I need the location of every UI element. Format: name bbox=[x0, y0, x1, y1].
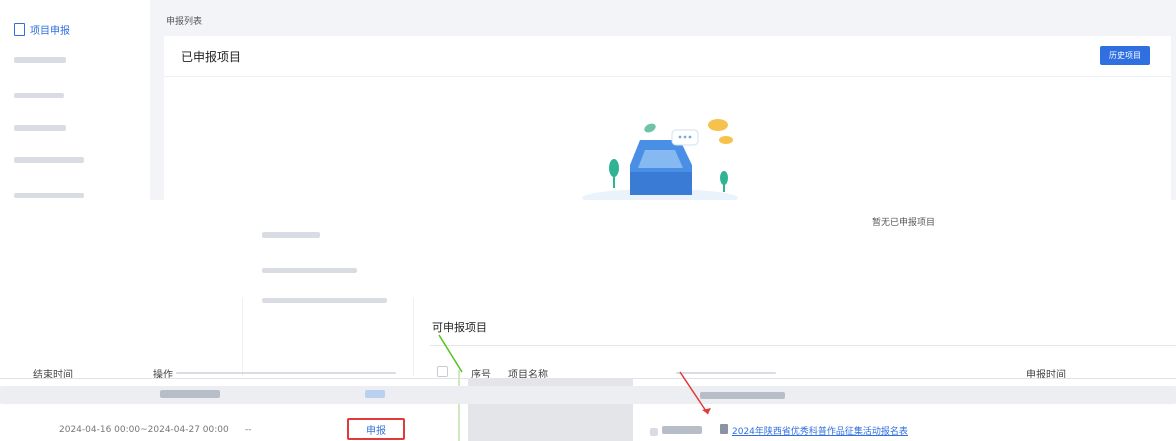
annotation-arrows bbox=[438, 334, 711, 415]
